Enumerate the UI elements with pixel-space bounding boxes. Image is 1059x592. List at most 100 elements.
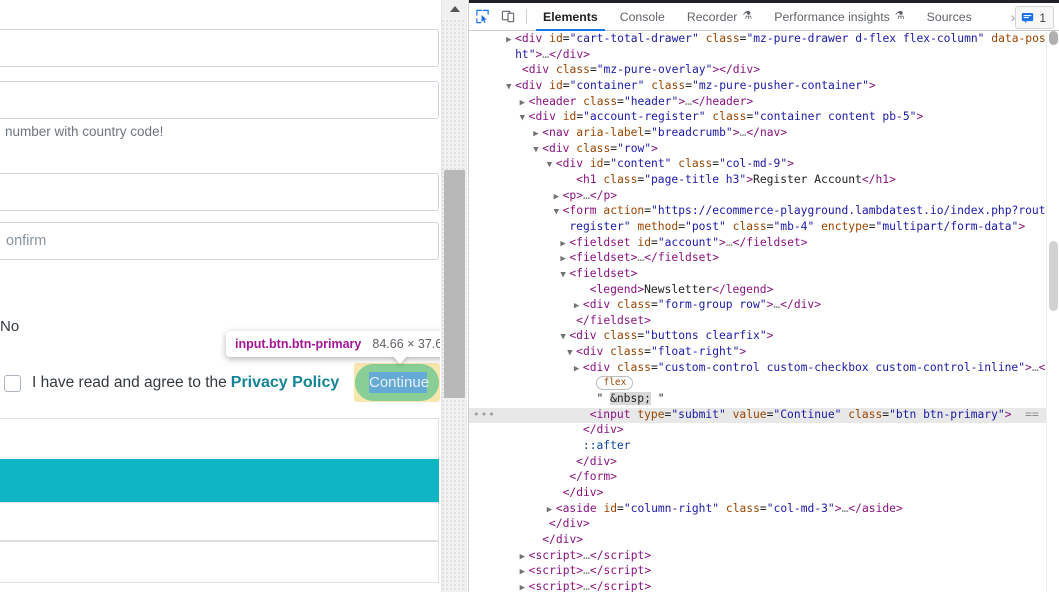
issues-button[interactable]: 1 [1015, 6, 1054, 29]
twisty-expanded-icon[interactable]: ▼ [533, 143, 542, 158]
flex-badge[interactable]: flex [596, 376, 634, 391]
dom-node[interactable]: ▶ <fieldset id="account">…</fieldset> [469, 236, 1047, 252]
dom-node[interactable]: ▼ <fieldset> [469, 267, 1047, 283]
twisty-expanded-icon[interactable]: ▼ [554, 205, 563, 220]
dom-tree[interactable]: ▶ <div id="cart-total-drawer" class="mz-p… [469, 31, 1047, 592]
twisty-collapsed-icon[interactable]: ▶ [506, 33, 515, 48]
dom-node[interactable]: flex [469, 376, 1047, 392]
dom-node[interactable]: ▶ <div id="cart-total-drawer" class="mz-p… [469, 32, 1047, 48]
scrollbar-thumb[interactable] [444, 170, 465, 398]
inspect-element-icon[interactable] [469, 5, 495, 29]
twisty-collapsed-icon[interactable]: ▶ [520, 550, 529, 565]
dom-node[interactable]: <h1 class="page-title h3">Register Accou… [469, 173, 1047, 189]
dom-node[interactable]: ▶ <div class="form-group row">…</div> [469, 298, 1047, 314]
newsletter-radio-no-label[interactable]: No [0, 318, 19, 335]
dom-node[interactable]: ▶ <header class="header">…</header> [469, 95, 1047, 111]
twisty-collapsed-icon[interactable]: ▶ [520, 581, 529, 592]
dom-node[interactable]: ▼ <div class="float-right"> [469, 345, 1047, 361]
continue-button[interactable]: Continue [354, 363, 440, 402]
dom-node[interactable]: ▶ <div class="custom-control custom-check… [469, 361, 1047, 377]
dom-token-txt: = [651, 235, 658, 249]
twisty-expanded-icon[interactable]: ▼ [520, 111, 529, 126]
form-input-field[interactable] [0, 173, 439, 211]
twisty-collapsed-icon[interactable]: ▶ [574, 299, 583, 314]
dom-node[interactable]: ▶ <script>…</script> [469, 564, 1047, 580]
dom-node[interactable]: </fieldset> [469, 314, 1047, 330]
dom-token-txt [726, 220, 733, 233]
tab-console[interactable]: Console [609, 4, 676, 30]
tab-recorder[interactable]: Recorder ⚗ [676, 4, 763, 30]
dom-token-attr: class [725, 501, 760, 515]
twisty-collapsed-icon[interactable]: ▶ [520, 96, 529, 111]
dom-node-selected[interactable]: ••• <input type="submit" value="Continue… [469, 407, 1047, 424]
dom-node[interactable]: ht">…</div> [469, 48, 1047, 64]
twisty-collapsed-icon[interactable]: ▶ [547, 503, 556, 518]
twisty-expanded-icon[interactable]: ▼ [547, 158, 556, 173]
dom-node[interactable]: ▼ <div id="content" class="col-md-9"> [469, 157, 1047, 173]
dom-node[interactable]: </div> [469, 423, 1047, 439]
devtools-scrollbar-thumb-top[interactable] [1049, 31, 1058, 45]
form-input-field[interactable] [0, 29, 439, 67]
node-more-options-icon[interactable]: ••• [473, 408, 496, 423]
teal-action-bar[interactable] [0, 459, 439, 502]
device-toolbar-icon[interactable] [495, 5, 521, 29]
dom-node[interactable]: ▶ <aside id="column-right" class="col-md-… [469, 502, 1047, 518]
twisty-expanded-icon[interactable]: ▼ [560, 268, 569, 283]
dom-token-tag: fieldset [576, 266, 631, 280]
scrollbar-up-arrow-icon[interactable] [442, 0, 467, 18]
text-node-quote: " [596, 392, 611, 406]
devtools-scrollbar[interactable] [1046, 31, 1059, 592]
dom-node[interactable]: </div> [469, 455, 1047, 471]
dom-node[interactable]: </div> [469, 486, 1047, 502]
twisty-collapsed-icon[interactable]: ▶ [520, 565, 529, 580]
dom-node[interactable]: ▼ <div id="account-register" class="conta… [469, 110, 1047, 126]
dom-node[interactable]: ▶ <fieldset>…</fieldset> [469, 251, 1047, 267]
dom-token-punc: < [555, 501, 563, 515]
dom-node[interactable]: </div> [469, 533, 1047, 549]
dom-node[interactable]: ▼ <form action="https://ecommerce-playgro… [469, 204, 1047, 220]
twisty-collapsed-icon[interactable]: ▶ [554, 190, 563, 205]
dom-node[interactable]: register" method="post" class="mb-4" enc… [469, 220, 1047, 236]
twisty-collapsed-icon[interactable]: ▶ [574, 362, 583, 377]
page-vertical-scrollbar[interactable] [441, 0, 467, 592]
dom-token-val: "col-md-9" [719, 157, 788, 171]
password-confirm-input[interactable]: onfirm [0, 222, 439, 260]
dom-node[interactable]: </div> [469, 517, 1047, 533]
dom-node[interactable]: ▼ <div class="row"> [469, 142, 1047, 158]
dom-token-txt [583, 157, 590, 170]
dom-node[interactable]: <div class="mz-pure-overlay"></div> [469, 63, 1047, 79]
twisty-expanded-icon[interactable]: ▼ [567, 346, 576, 361]
dom-node[interactable]: ▶ <script>…</script> [469, 580, 1047, 592]
dom-token-attr: class [705, 32, 740, 45]
dom-token-punc: > [766, 282, 774, 296]
dom-node[interactable]: " &nbsp; " [469, 392, 1047, 408]
twisty-collapsed-icon[interactable]: ▶ [533, 127, 542, 142]
tab-performance-insights[interactable]: Performance insights ⚗ [763, 4, 915, 30]
privacy-policy-link[interactable]: Privacy Policy [231, 374, 340, 392]
dom-node[interactable]: ▶ <nav aria-label="breadcrumb">…</nav> [469, 126, 1047, 142]
form-input-field[interactable] [0, 81, 439, 119]
dom-node-content: </div> [469, 517, 590, 530]
dom-token-attr: class [603, 172, 638, 186]
dom-node[interactable]: <legend>Newsletter</legend> [469, 283, 1047, 299]
dom-node[interactable]: </form> [469, 470, 1047, 486]
dom-node[interactable]: ▼ <div id="container" class="mz-pure-push… [469, 79, 1047, 95]
tab-elements[interactable]: Elements [532, 4, 609, 31]
dom-node-content: flex [469, 376, 634, 391]
dom-token-ellip: … [725, 235, 733, 249]
dom-node-content: </div> [469, 533, 583, 546]
dom-token-tag: fieldset [657, 251, 713, 265]
dom-node[interactable]: ▶ <p>…</p> [469, 189, 1047, 205]
tab-sources[interactable]: Sources [916, 4, 983, 30]
dom-node[interactable]: ▼ <div class="buttons clearfix"> [469, 329, 1047, 345]
dom-token-ellip: … [685, 94, 692, 108]
twisty-collapsed-icon[interactable]: ▶ [560, 252, 569, 267]
dom-node[interactable]: ▶ <script>…</script> [469, 549, 1047, 565]
twisty-collapsed-icon[interactable]: ▶ [560, 237, 569, 252]
devtools-scrollbar-thumb[interactable] [1049, 241, 1058, 311]
dom-node[interactable]: ::after [469, 439, 1047, 455]
twisty-expanded-icon[interactable]: ▼ [506, 80, 515, 95]
twisty-expanded-icon[interactable]: ▼ [560, 330, 569, 345]
dom-node-content: ▼ <form action="https://ecommerce-playgro… [469, 204, 1047, 217]
agree-checkbox[interactable] [4, 374, 21, 392]
